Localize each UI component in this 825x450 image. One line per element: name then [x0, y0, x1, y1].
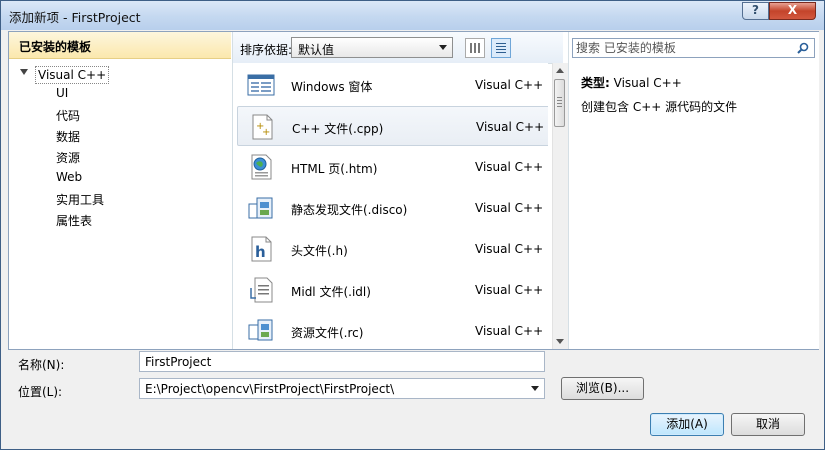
- template-name: 头文件(.h): [291, 244, 348, 258]
- name-field[interactable]: FirstProject: [139, 351, 545, 372]
- template-name: HTML 页(.htm): [291, 162, 378, 176]
- template-category-pane: 已安装的模板 Visual C++ UI 代码 数据 资源 Web 实用工具 属…: [9, 32, 233, 349]
- browse-button[interactable]: 浏览(B)...: [561, 377, 644, 400]
- scroll-up-arrow-icon[interactable]: [556, 68, 564, 73]
- svg-text:+: +: [262, 127, 270, 138]
- template-description: 创建包含 C++ 源代码的文件: [581, 100, 738, 114]
- template-details-pane: 类型: Visual C++ 创建包含 C++ 源代码的文件: [568, 32, 819, 349]
- tree-item-visual-cpp[interactable]: Visual C++: [20, 65, 110, 85]
- scroll-down-arrow-icon[interactable]: [556, 339, 564, 344]
- type-value: Visual C++: [613, 76, 682, 90]
- expand-arrow-icon[interactable]: [20, 69, 28, 75]
- template-list-scrollbar[interactable]: [552, 63, 568, 349]
- header-file-icon: h: [251, 236, 272, 262]
- template-item-windows-form[interactable]: Windows 窗体 Visual C++: [237, 65, 548, 105]
- cancel-button[interactable]: 取消: [731, 413, 805, 436]
- resource-file-icon: [248, 319, 273, 341]
- dialog-content: 已安装的模板 Visual C++ UI 代码 数据 资源 Web 实用工具 属…: [8, 31, 819, 350]
- template-type: Visual C++: [475, 283, 544, 297]
- name-value: FirstProject: [145, 355, 212, 369]
- add-new-item-dialog: 添加新项 - FirstProject ? X 已安装的模板 Visual C+…: [0, 0, 825, 450]
- help-button[interactable]: ?: [742, 2, 769, 20]
- template-item-idl-file[interactable]: Midl 文件(.idl) Visual C++: [237, 270, 548, 310]
- template-name: 资源文件(.rc): [291, 326, 364, 340]
- sort-value: 默认值: [298, 43, 335, 57]
- windows-form-icon: [247, 74, 275, 96]
- template-item-disco-file[interactable]: 静态发现文件(.disco) Visual C++: [237, 188, 548, 228]
- sort-dropdown[interactable]: 默认值: [291, 37, 453, 58]
- tree-item-utility[interactable]: 实用工具: [56, 191, 104, 211]
- template-type: Visual C++: [475, 78, 544, 92]
- scrollbar-thumb[interactable]: [554, 79, 565, 127]
- template-type: Visual C++: [475, 201, 544, 215]
- tree-item-resource[interactable]: 资源: [56, 149, 80, 169]
- cpp-file-icon: + +: [252, 114, 273, 140]
- template-list: Windows 窗体 Visual C++ + + C++ 文件(.cpp) V…: [233, 63, 548, 349]
- chevron-down-icon[interactable]: [531, 386, 539, 391]
- installed-templates-label: 已安装的模板: [19, 40, 92, 54]
- chevron-down-icon: [439, 45, 447, 50]
- large-icons-icon: [470, 43, 480, 53]
- template-name: Midl 文件(.idl): [291, 285, 371, 299]
- tree-item-code[interactable]: 代码: [56, 107, 80, 127]
- location-field[interactable]: E:\Project\opencv\FirstProject\FirstProj…: [139, 378, 545, 399]
- idl-file-icon: [250, 277, 273, 303]
- search-input[interactable]: [576, 40, 786, 56]
- template-name: Windows 窗体: [291, 80, 373, 94]
- template-type-info: 类型: Visual C++: [581, 74, 682, 91]
- template-search-box[interactable]: [572, 38, 815, 58]
- template-type: Visual C++: [475, 160, 544, 174]
- tree-item-web[interactable]: Web: [56, 170, 82, 190]
- template-item-resource-file[interactable]: 资源文件(.rc) Visual C++: [237, 311, 548, 349]
- html-page-icon: [251, 154, 272, 180]
- template-item-cpp-file[interactable]: + + C++ 文件(.cpp) Visual C++: [237, 106, 548, 146]
- tree-item-ui[interactable]: UI: [56, 86, 68, 106]
- grip-icon: [557, 97, 562, 107]
- template-type: Visual C++: [475, 324, 544, 338]
- template-name: 静态发现文件(.disco): [291, 203, 408, 217]
- list-view-button[interactable]: [491, 38, 511, 58]
- location-label: 位置(L):: [18, 385, 63, 399]
- add-button[interactable]: 添加(A): [650, 413, 724, 436]
- installed-templates-header[interactable]: 已安装的模板: [9, 32, 231, 59]
- template-toolbar: 排序依据: 默认值: [233, 32, 563, 64]
- template-type: Visual C++: [475, 242, 544, 256]
- window-title: 添加新项 - FirstProject: [9, 10, 141, 25]
- large-icon-view-button[interactable]: [465, 38, 485, 58]
- tree-item-property-sheet[interactable]: 属性表: [56, 212, 92, 232]
- tree-item-data[interactable]: 数据: [56, 128, 80, 148]
- template-item-html-page[interactable]: HTML 页(.htm) Visual C++: [237, 147, 548, 187]
- sort-label: 排序依据:: [240, 43, 293, 57]
- title-bar[interactable]: 添加新项 - FirstProject ? X: [1, 1, 824, 30]
- type-label: 类型:: [581, 76, 610, 90]
- search-icon[interactable]: [797, 42, 809, 54]
- close-button[interactable]: X: [769, 2, 816, 20]
- location-value: E:\Project\opencv\FirstProject\FirstProj…: [145, 382, 395, 396]
- list-view-icon: [496, 43, 506, 53]
- tree-item-label: Visual C++: [35, 66, 110, 84]
- name-label: 名称(N):: [18, 358, 65, 372]
- disco-file-icon: [248, 197, 273, 219]
- template-name: C++ 文件(.cpp): [292, 122, 384, 136]
- template-type: Visual C++: [476, 120, 545, 134]
- svg-text:h: h: [255, 243, 266, 261]
- template-item-header-file[interactable]: h 头文件(.h) Visual C++: [237, 229, 548, 269]
